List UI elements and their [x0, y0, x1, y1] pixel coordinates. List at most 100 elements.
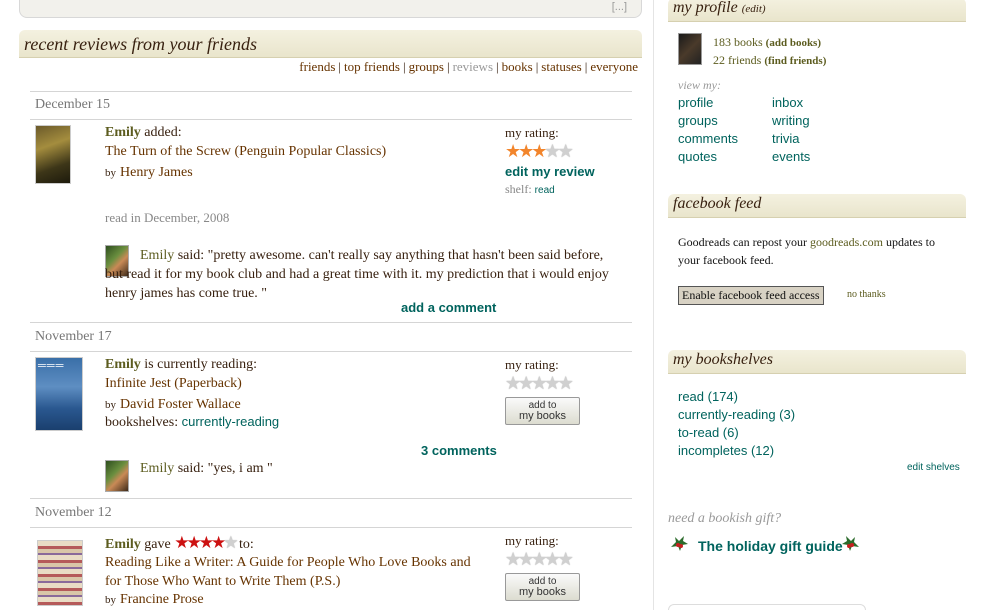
add-books-link[interactable]: (add books) — [766, 37, 821, 49]
shelf-currently-reading-link[interactable]: currently-reading (3) — [678, 406, 795, 424]
shelf-read-link[interactable]: read (174) — [678, 388, 795, 406]
top-cut-box: [...] — [19, 0, 642, 18]
view-my-label: view my: — [678, 78, 721, 92]
friend-name-link[interactable]: Emily — [105, 125, 141, 140]
shelf-link-read[interactable]: read — [535, 185, 555, 196]
star-filled-icon[interactable]: ★ — [518, 141, 534, 161]
star-empty-icon: ★ — [223, 533, 238, 552]
profile-edit-link[interactable]: (edit) — [742, 3, 766, 15]
star-empty-icon[interactable]: ★ — [518, 549, 534, 569]
comments-count-link[interactable]: 3 comments — [421, 443, 497, 458]
add-a-comment-link[interactable]: add a comment — [401, 300, 496, 315]
book-title-link[interactable]: Infinite Jest (Paperback) — [105, 376, 242, 392]
groups-link[interactable]: groups — [678, 112, 738, 130]
activity-text: is currently reading: — [140, 357, 258, 372]
star-empty-icon[interactable]: ★ — [531, 549, 547, 569]
star-empty-icon[interactable]: ★ — [544, 549, 560, 569]
recent-reviews-title: recent reviews from your friends — [24, 34, 257, 54]
my-rating-stars[interactable]: ★★★★★ — [505, 373, 574, 393]
divider — [30, 91, 632, 92]
column-divider — [653, 0, 654, 610]
find-friends-link[interactable]: (find friends) — [764, 55, 826, 67]
my-bookshelves-title: my bookshelves — [673, 351, 773, 368]
friends-count-link[interactable]: 22 friends — [713, 53, 761, 67]
book-title-link[interactable]: Reading Like a Writer: A Guide for Peopl… — [105, 553, 490, 591]
shelf-label: shelf: — [505, 182, 532, 196]
no-thanks-link[interactable]: no thanks — [847, 289, 886, 300]
by-label: by — [105, 167, 116, 179]
star-empty-icon[interactable]: ★ — [558, 373, 574, 393]
book-title-link[interactable]: The Turn of the Screw (Penguin Popular C… — [105, 144, 500, 160]
my-bookshelves-header: my bookshelves — [668, 350, 966, 374]
filter-everyone[interactable]: everyone — [590, 59, 638, 74]
holiday-gift-guide-link[interactable]: The holiday gift guide — [698, 538, 843, 554]
add-to-my-books-button[interactable]: add to my books — [505, 573, 580, 601]
facebook-feed-header: facebook feed — [668, 194, 966, 218]
star-filled-icon: ★ — [198, 533, 214, 552]
entry-date: November 17 — [35, 329, 112, 344]
add-button-bottom-text: my books — [518, 586, 567, 598]
friends-count-line: 22 friends (find friends) — [713, 53, 826, 68]
friend-avatar[interactable] — [105, 460, 129, 492]
friend-comment: Emily said: "pretty awesome. can't reall… — [105, 246, 620, 303]
profile-link[interactable]: profile — [678, 94, 738, 112]
top-box-more-link[interactable]: [...] — [612, 1, 627, 13]
star-empty-icon[interactable]: ★ — [518, 373, 534, 393]
filter-reviews[interactable]: reviews — [453, 59, 493, 74]
add-to-my-books-button[interactable]: add to my books — [505, 397, 580, 425]
book-cover-reading-like-a-writer[interactable] — [37, 540, 83, 606]
feed-filter-nav: friends | top friends | groups | reviews | books… — [299, 59, 638, 74]
star-empty-icon[interactable]: ★ — [558, 141, 574, 161]
books-count-link[interactable]: 183 books — [713, 35, 763, 49]
friend-name-link[interactable]: Emily — [105, 357, 141, 372]
star-empty-icon[interactable]: ★ — [544, 141, 560, 161]
comments-link[interactable]: comments — [678, 130, 738, 148]
bookshelves-label: bookshelves: — [105, 415, 179, 430]
next-box — [668, 604, 866, 610]
activity-text: added: — [140, 125, 182, 140]
book-cover-infinite-jest[interactable]: ═══ — [35, 357, 83, 431]
star-empty-icon[interactable]: ★ — [558, 549, 574, 569]
filter-statuses[interactable]: statuses — [541, 59, 581, 74]
cover-art-text: ═══ — [38, 360, 65, 372]
given-rating-stars: ★★★★★ — [174, 533, 238, 552]
star-filled-icon[interactable]: ★ — [531, 141, 547, 161]
entry-date: November 12 — [35, 505, 112, 520]
star-filled-icon[interactable]: ★ — [505, 141, 521, 161]
goodreads-site-link[interactable]: goodreads.com — [810, 235, 883, 249]
quotes-link[interactable]: quotes — [678, 148, 738, 166]
my-rating-stars[interactable]: ★★★★★ — [505, 549, 574, 569]
my-rating-stars[interactable]: ★★★★★ — [505, 141, 574, 161]
book-cover-turn-of-the-screw[interactable] — [35, 125, 71, 184]
shelf-incompletes-link[interactable]: incompletes (12) — [678, 442, 795, 460]
edit-my-review-link[interactable]: edit my review — [505, 164, 595, 179]
star-empty-icon[interactable]: ★ — [505, 373, 521, 393]
star-empty-icon[interactable]: ★ — [544, 373, 560, 393]
enable-facebook-button[interactable]: Enable facebook feed access — [678, 286, 824, 305]
bookshelf-link-currently-reading[interactable]: currently-reading — [182, 414, 280, 429]
shelf-to-read-link[interactable]: to-read (6) — [678, 424, 795, 442]
filter-top-friends[interactable]: top friends — [344, 59, 400, 74]
author-link[interactable]: Henry James — [120, 165, 193, 180]
writing-link[interactable]: writing — [772, 112, 810, 130]
filter-books[interactable]: books — [502, 59, 533, 74]
activity-text-end: to: — [235, 537, 254, 552]
entry-date: December 15 — [35, 97, 111, 112]
by-label: by — [105, 594, 116, 606]
inbox-link[interactable]: inbox — [772, 94, 810, 112]
trivia-link[interactable]: trivia — [772, 130, 810, 148]
star-empty-icon[interactable]: ★ — [505, 549, 521, 569]
events-link[interactable]: events — [772, 148, 810, 166]
filter-friends[interactable]: friends — [299, 59, 335, 74]
friend-name-link[interactable]: Emily — [105, 537, 141, 552]
author-link[interactable]: Francine Prose — [120, 592, 204, 607]
star-empty-icon[interactable]: ★ — [531, 373, 547, 393]
comment-author-link[interactable]: Emily — [140, 461, 174, 476]
facebook-text: Goodreads can repost your — [678, 235, 810, 249]
filter-groups[interactable]: groups — [409, 59, 444, 74]
add-button-bottom-text: my books — [518, 410, 567, 422]
author-link[interactable]: David Foster Wallace — [120, 397, 241, 412]
comment-author-link[interactable]: Emily — [140, 248, 174, 263]
edit-shelves-link[interactable]: edit shelves — [907, 462, 960, 473]
profile-avatar[interactable] — [678, 33, 702, 65]
